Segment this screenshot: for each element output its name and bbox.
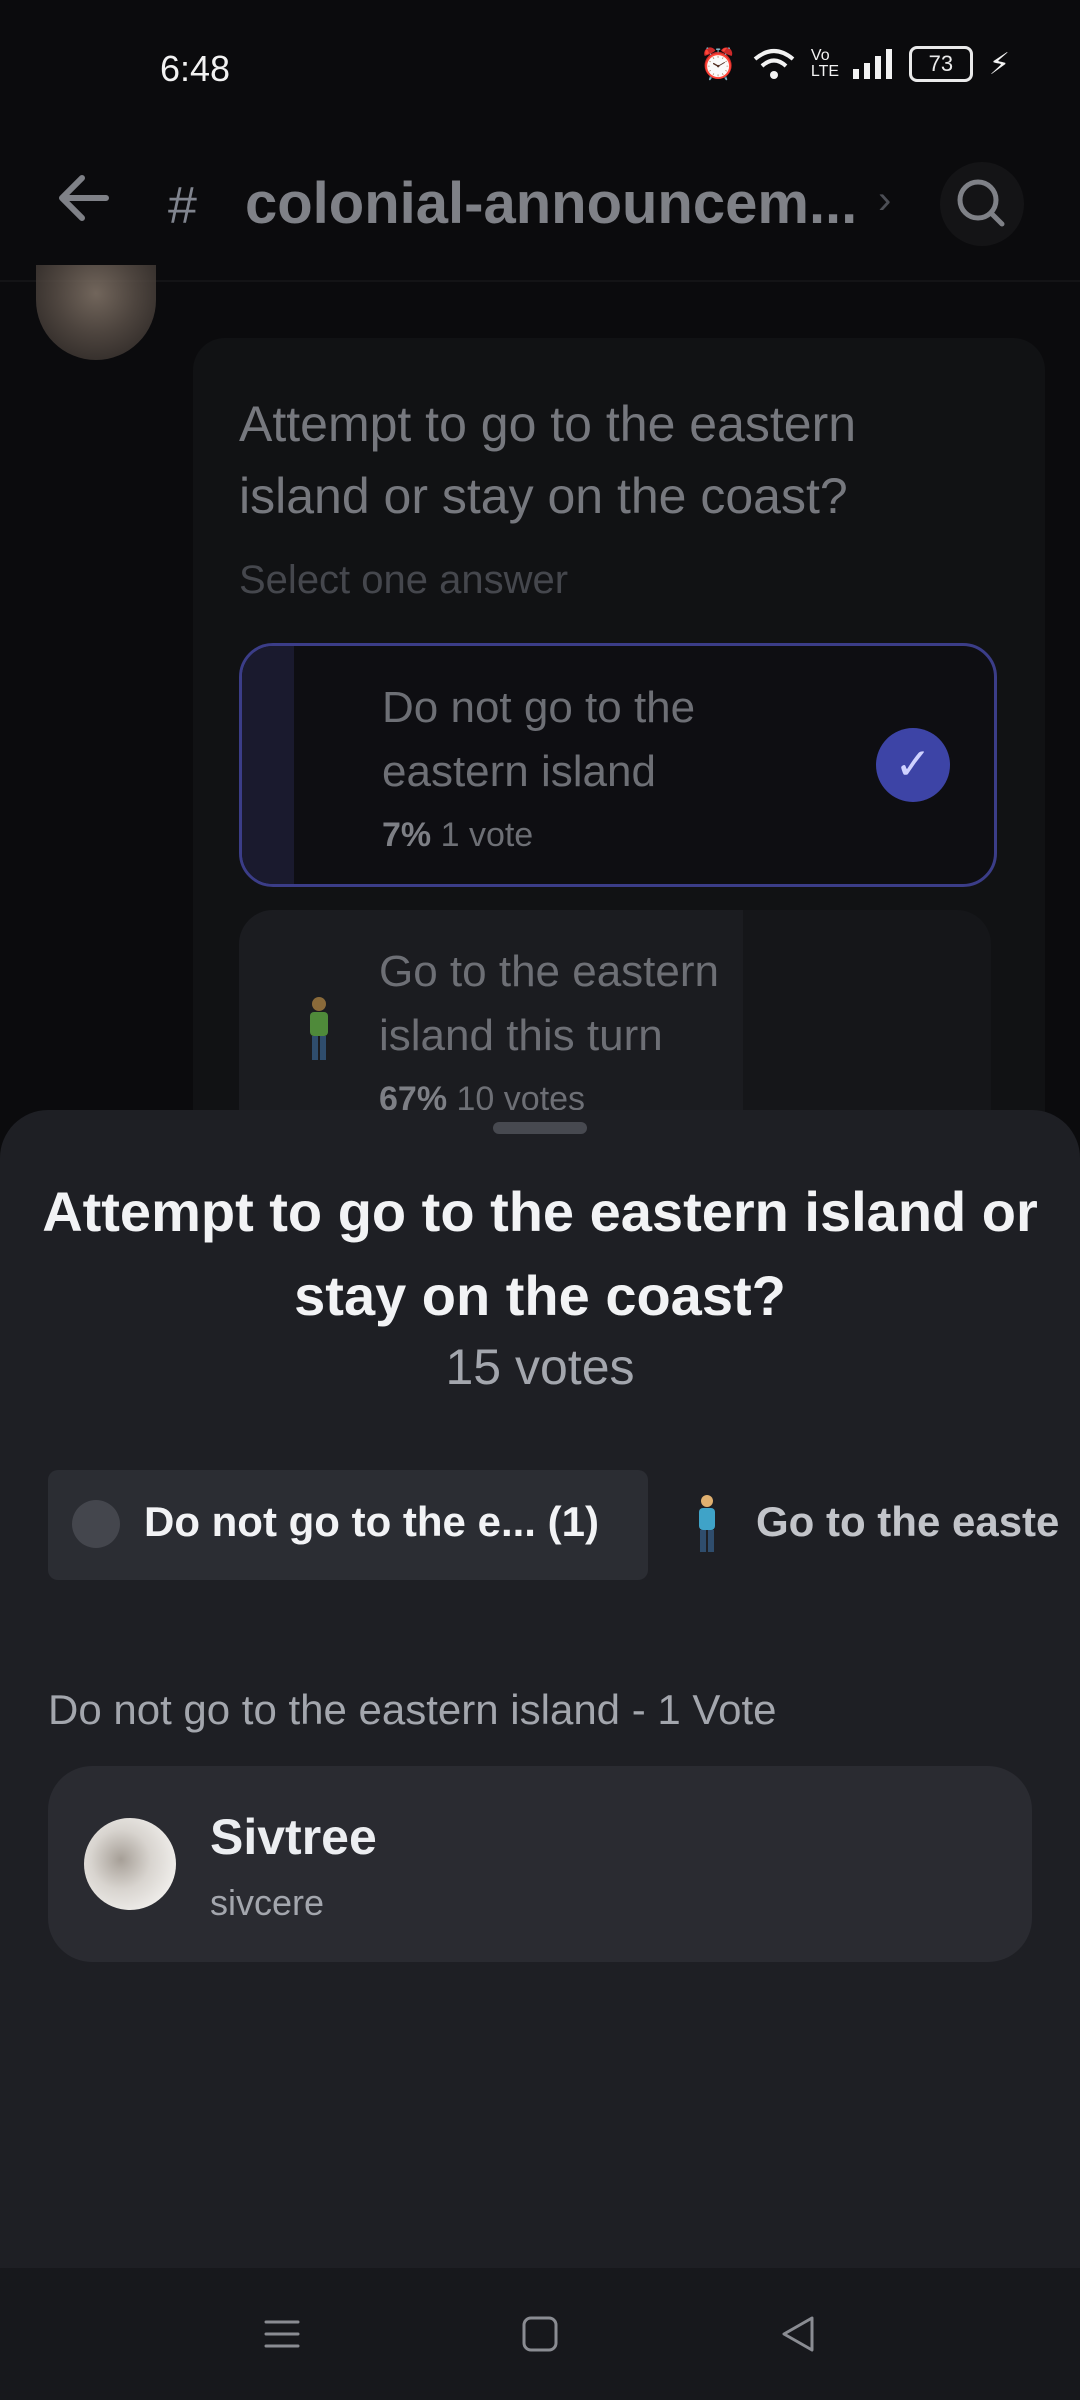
search-icon (957, 179, 1005, 227)
search-button[interactable] (940, 162, 1024, 246)
poll-card: Attempt to go to the eastern island or s… (193, 338, 1045, 1198)
poll-option-1-text: Do not go to the eastern island (382, 683, 696, 796)
status-icons: ⏰ Vo LTE 73 ⚡ (700, 46, 1010, 82)
voter-username: sivcere (210, 1882, 325, 1923)
wifi-icon (753, 49, 795, 79)
poll-option-1-percent: 7% (382, 816, 432, 854)
sheet-title: Attempt to go to the eastern island or s… (42, 1180, 1038, 1327)
author-avatar[interactable] (36, 265, 156, 360)
signal-icon (852, 49, 892, 79)
poll-results-sheet: Attempt to go to the eastern island or s… (0, 1110, 1080, 2400)
channel-hash-icon: # (168, 177, 197, 235)
home-icon[interactable] (518, 2312, 562, 2356)
voter-row[interactable]: Sivtree sivcere (48, 1766, 1032, 1962)
network-label: Vo LTE (810, 47, 840, 80)
sheet-total-votes: 15 votes (445, 1339, 635, 1395)
answer-tab-2-label: Go to the easte (756, 1498, 1060, 1545)
answer-tab-2[interactable]: Go to the easte (690, 1470, 1080, 1580)
battery-level: 73 (928, 51, 954, 76)
channel-header: # colonial-announcem... › (0, 140, 1080, 282)
voters-section-label: Do not go to the eastern island - 1 Vote (48, 1686, 777, 1733)
person-emoji-icon (310, 997, 328, 1060)
voter-avatar (84, 1818, 176, 1910)
poll-option-1-meta: 7% 1 vote (382, 816, 533, 855)
status-time: 6:48 (160, 48, 231, 89)
system-nav-bar (0, 2268, 1080, 2400)
status-bar: 6:48 ⏰ Vo LTE 73 ⚡ (0, 0, 1080, 140)
poll-option-1-fill (242, 646, 294, 884)
charging-icon: ⚡ (988, 47, 1010, 81)
radio-icon (72, 1500, 120, 1548)
chevron-right-icon: › (878, 178, 892, 222)
channel-title[interactable]: colonial-announcem... (245, 170, 857, 237)
answer-tab-1-label: Do not go to the e... (1) (144, 1498, 599, 1545)
answer-tab-1[interactable]: Do not go to the e... (1) (48, 1470, 648, 1580)
poll-option-2-text: Go to the eastern island this turn (379, 947, 719, 1060)
poll-option-1[interactable]: Do not go to the eastern island 7% 1 vot… (239, 643, 997, 887)
poll-option-1-votes: 1 vote (440, 816, 534, 854)
person-emoji-icon (699, 1495, 715, 1552)
back-arrow-icon[interactable] (52, 166, 116, 230)
poll-instruction: Select one answer (239, 558, 569, 602)
menu-icon[interactable] (260, 2312, 304, 2356)
check-icon: ✓ (876, 728, 950, 802)
battery-icon: 73 (908, 46, 973, 82)
poll-question: Attempt to go to the eastern island or s… (239, 396, 857, 524)
alarm-icon: ⏰ (699, 47, 737, 81)
sheet-drag-handle[interactable] (493, 1122, 587, 1134)
back-triangle-icon[interactable] (776, 2312, 820, 2356)
voter-display-name: Sivtree (210, 1809, 377, 1865)
